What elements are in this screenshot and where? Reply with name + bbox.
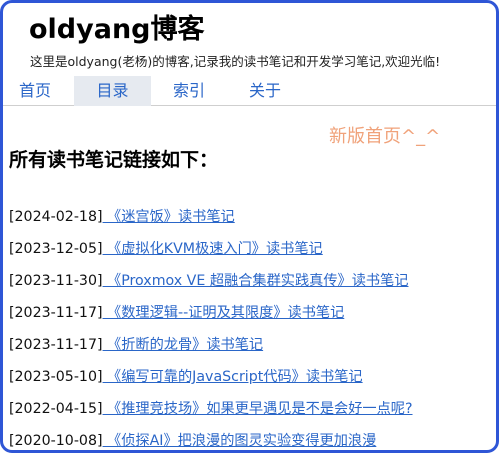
note-date: [2024-02-18] [9,209,103,225]
note-link[interactable]: 《虚拟化KVM极速入门》读书笔记 [103,241,323,257]
note-link[interactable]: 《Proxmox VE 超融合集群实践真传》读书笔记 [103,273,408,289]
note-link[interactable]: 《迷宫饭》读书笔记 [103,209,235,225]
note-date: [2023-11-17] [9,337,103,353]
list-item: [2020-10-08] 《侦探AI》把浪漫的图灵实验变得更加浪漫 [9,427,496,450]
page-title: 所有读书笔记链接如下： [9,149,219,171]
browser-frame: oldyang博客 这里是oldyang(老杨)的博客,记录我的读书笔记和开发学… [0,0,499,453]
list-item: [2023-11-30] 《Proxmox VE 超融合集群实践真传》读书笔记 [9,267,496,299]
note-date: [2023-05-10] [9,369,103,385]
nav-item-about[interactable]: 关于 [229,76,301,106]
note-date: [2020-10-08] [9,433,103,449]
site-description: 这里是oldyang(老杨)的博客,记录我的读书笔记和开发学习笔记,欢迎光临! [30,54,441,69]
note-link[interactable]: 《推理竞技场》如果更早遇见是不是会好一点呢? [103,401,412,417]
site-header: oldyang博客 这里是oldyang(老杨)的博客,记录我的读书笔记和开发学… [3,3,496,76]
note-link[interactable]: 《数理逻辑--证明及其限度》读书笔记 [103,305,344,321]
note-list: [2024-02-18] 《迷宫饭》读书笔记 [2023-12-05] 《虚拟化… [9,203,496,450]
nav-item-home[interactable]: 首页 [3,76,67,106]
note-date: [2022-04-15] [9,401,103,417]
nav-item-index[interactable]: 索引 [153,76,225,106]
list-item: [2023-11-17] 《数理逻辑--证明及其限度》读书笔记 [9,299,496,331]
note-date: [2023-12-05] [9,241,103,257]
note-link[interactable]: 《侦探AI》把浪漫的图灵实验变得更加浪漫 [103,433,376,449]
list-item: [2023-11-17] 《折断的龙骨》读书笔记 [9,331,496,363]
note-link[interactable]: 《折断的龙骨》读书笔记 [103,337,263,353]
new-home-link[interactable]: 新版首页^_^ [329,122,440,148]
list-item: [2022-04-15] 《推理竞技场》如果更早遇见是不是会好一点呢? [9,395,496,427]
site-title[interactable]: oldyang博客 [29,7,205,46]
note-date: [2023-11-30] [9,273,103,289]
main-nav: 首页 目录 索引 关于 [3,76,496,106]
note-link[interactable]: 《编写可靠的JavaScript代码》读书笔记 [103,369,363,385]
list-item: [2023-12-05] 《虚拟化KVM极速入门》读书笔记 [9,235,496,267]
nav-item-catalog[interactable]: 目录 [74,76,151,106]
list-item: [2024-02-18] 《迷宫饭》读书笔记 [9,203,496,235]
note-date: [2023-11-17] [9,305,103,321]
list-item: [2023-05-10] 《编写可靠的JavaScript代码》读书笔记 [9,363,496,395]
